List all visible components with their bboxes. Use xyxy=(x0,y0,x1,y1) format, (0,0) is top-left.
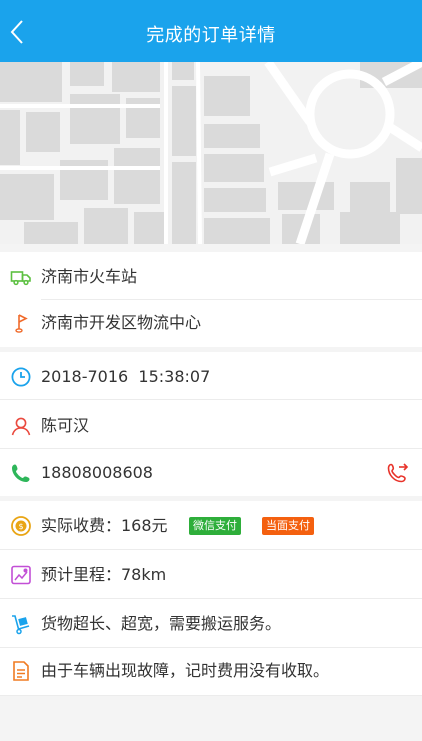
charges-section: $ 实际收费：168元 微信支付 当面支付 预计里程：78km 货物超长、超宽，… xyxy=(0,501,422,696)
map-image xyxy=(0,62,422,244)
clock-icon xyxy=(11,367,31,387)
distance-row: 预计里程：78km xyxy=(0,550,422,600)
destination-row: 济南市开发区物流中心 xyxy=(0,298,422,348)
document-icon xyxy=(13,661,29,681)
order-info-section: 2018-7016 15:38:07 陈可汉 18808008608 xyxy=(0,352,422,496)
wechat-pay-badge: 微信支付 xyxy=(189,517,241,535)
cargo-row: 货物超长、超宽，需要搬运服务。 xyxy=(0,599,422,649)
customer-row: 陈可汉 xyxy=(0,401,422,451)
origin-row: 济南市火车站 xyxy=(0,252,422,302)
order-remark: 由于车辆出现故障，记时费用没有收取。 xyxy=(41,661,330,680)
route-map[interactable] xyxy=(0,62,422,244)
customer-phone: 18808008608 xyxy=(41,463,153,482)
estimated-distance: 预计里程：78km xyxy=(41,565,167,584)
destination-address: 济南市开发区物流中心 xyxy=(41,313,202,332)
hand-truck-icon xyxy=(12,615,30,635)
divider xyxy=(0,399,422,400)
route-section: 济南市火车站 济南市开发区物流中心 xyxy=(0,252,422,347)
order-datetime: 2018-7016 15:38:07 xyxy=(41,367,211,386)
phone-call-icon xyxy=(387,463,409,483)
divider xyxy=(0,695,422,696)
actual-fee: 实际收费：168元 xyxy=(41,516,168,535)
remark-row: 由于车辆出现故障，记时费用没有收取。 xyxy=(0,646,422,696)
fee-row: $ 实际收费：168元 微信支付 当面支付 xyxy=(0,501,422,551)
datetime-row: 2018-7016 15:38:07 xyxy=(0,352,422,402)
customer-name: 陈可汉 xyxy=(41,416,90,435)
cash-pay-badge: 当面支付 xyxy=(262,517,314,535)
flag-pin-icon xyxy=(15,314,28,333)
call-button[interactable] xyxy=(386,461,410,485)
page-title: 完成的订单详情 xyxy=(146,25,276,46)
map-route-icon xyxy=(11,565,31,585)
truck-icon xyxy=(10,271,31,286)
coin-icon: $ xyxy=(11,516,31,536)
phone-icon xyxy=(12,464,30,482)
svg-text:$: $ xyxy=(18,522,23,531)
origin-address: 济南市火车站 xyxy=(41,267,138,286)
user-icon xyxy=(11,417,31,436)
app-header: 完成的订单详情 xyxy=(0,0,422,62)
phone-row: 18808008608 xyxy=(0,448,422,498)
cargo-note: 货物超长、超宽，需要搬运服务。 xyxy=(41,614,282,633)
